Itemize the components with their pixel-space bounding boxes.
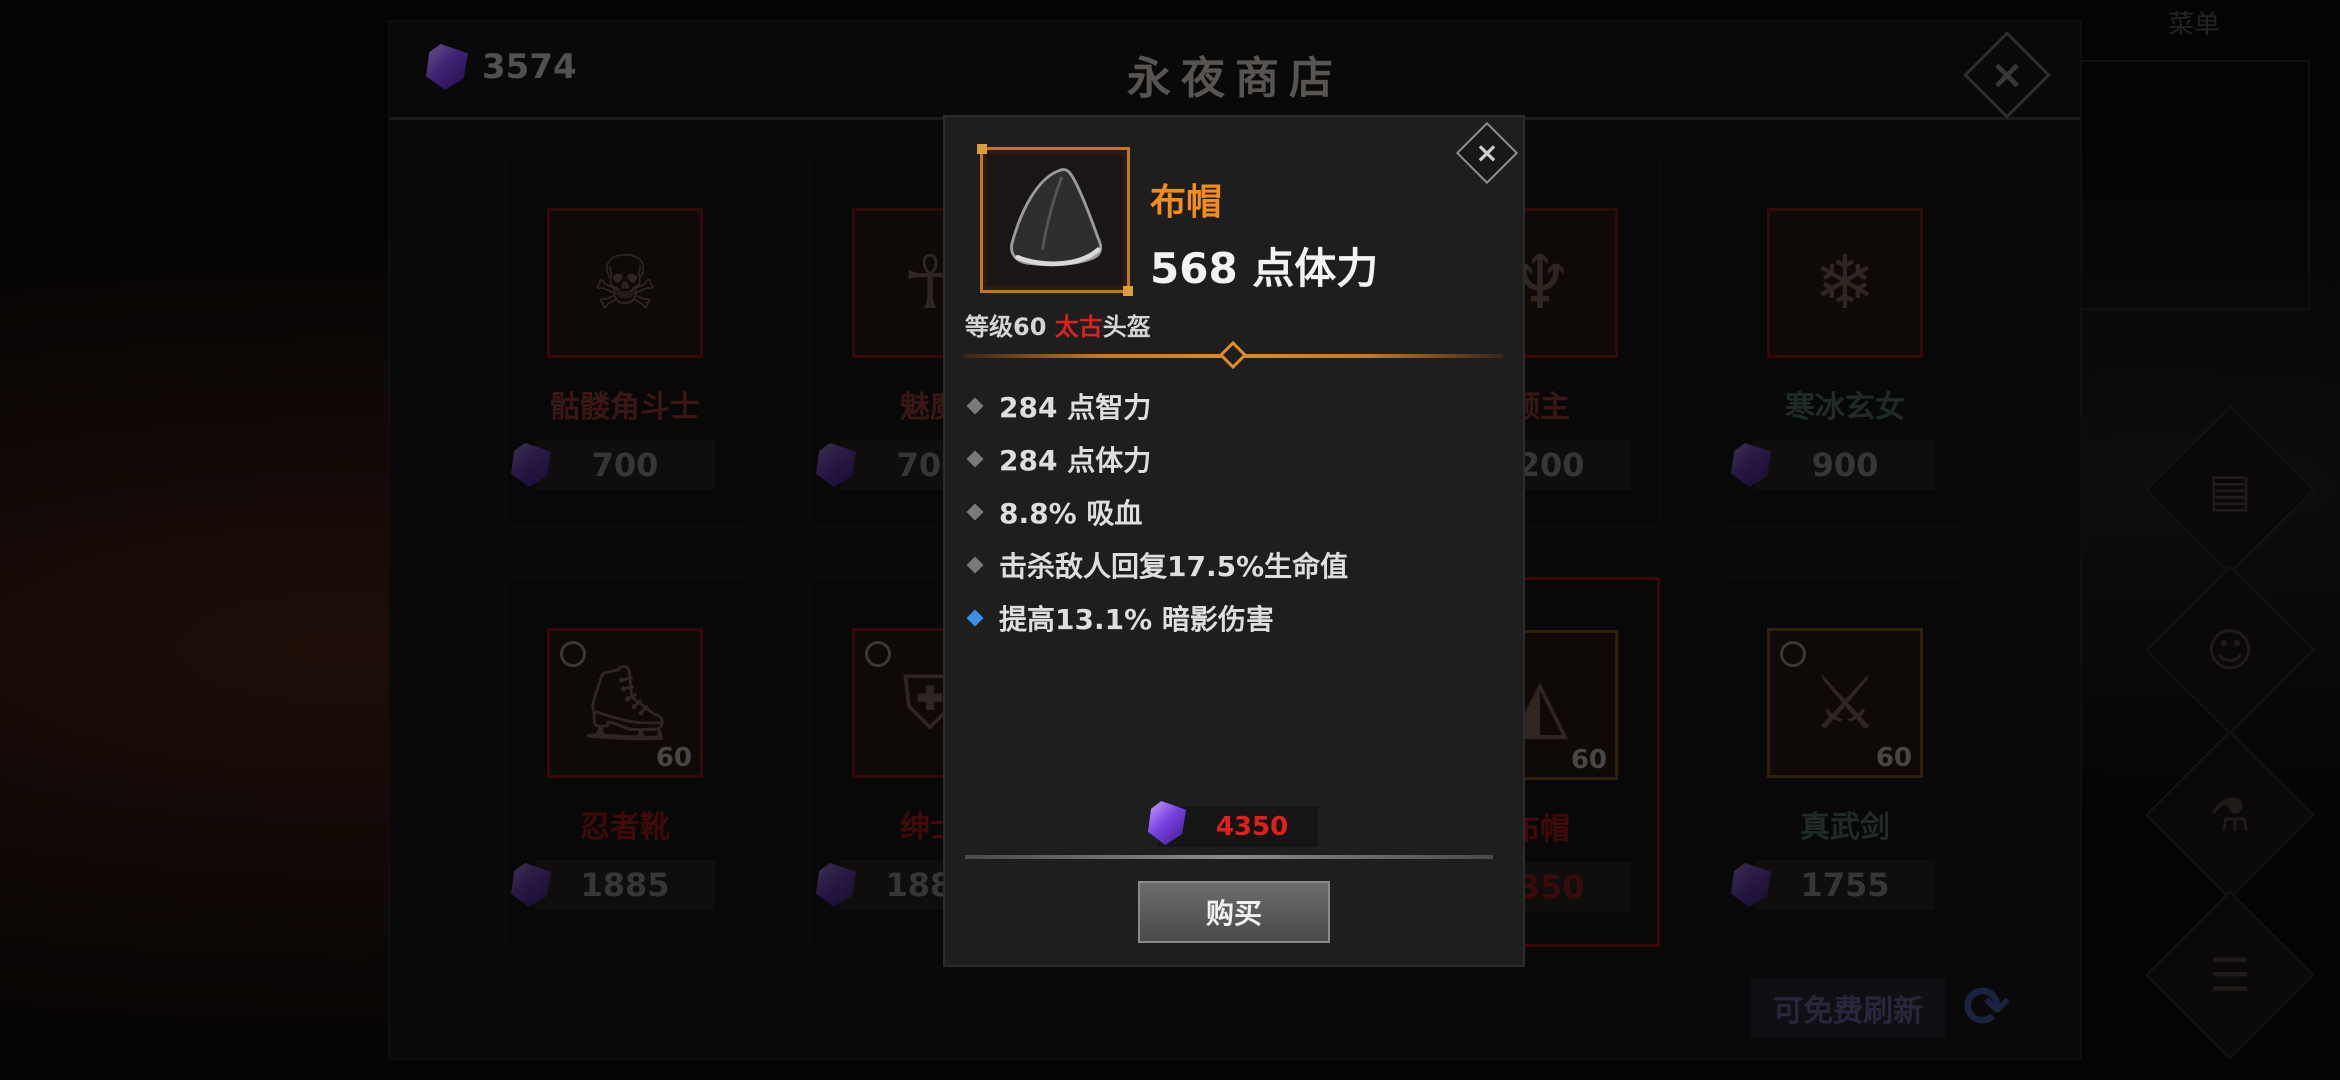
buy-button[interactable]: 购买 (1138, 881, 1330, 943)
stat-line: 8.8% 吸血 (966, 485, 1348, 538)
stat-line: 284 点智力 (966, 379, 1348, 432)
stat-line: 284 点体力 (966, 432, 1348, 485)
diamond-bullet-icon (966, 503, 984, 520)
frame-corner (1123, 286, 1133, 296)
cloth-hat-icon (1010, 168, 1103, 267)
item-level: 等级60 (965, 313, 1055, 341)
item-main-stat: 568 点体力 (1150, 244, 1379, 293)
item-name: 布帽 (1150, 182, 1223, 223)
close-icon: × (1475, 136, 1499, 169)
item-stats-list: 284 点智力 284 点体力 8.8% 吸血 击杀敌人回复17.5%生命值 提… (966, 379, 1348, 644)
diamond-bullet-icon (966, 397, 984, 414)
blue-diamond-bullet-icon (966, 609, 984, 626)
divider-diamond-icon (1218, 340, 1248, 370)
item-icon-frame (977, 144, 1133, 296)
item-rarity: 太古 (1054, 313, 1103, 341)
gem-icon (1148, 801, 1186, 845)
diamond-bullet-icon (966, 556, 984, 573)
ornate-divider (963, 340, 1503, 370)
item-price: 4350 (1215, 812, 1289, 842)
item-level-line: 等级60 太古头盔 (965, 307, 1151, 342)
popup-divider (965, 855, 1493, 859)
item-slot: 头盔 (1102, 313, 1151, 341)
stat-line: 击杀敌人回复17.5%生命值 (966, 538, 1348, 591)
popup-close-button[interactable]: × (1455, 121, 1519, 185)
item-detail-popup: × 布帽 568 点体力 等级60 太古头盔 284 点智力 284 点体力 8… (943, 115, 1525, 967)
item-price-box: 4350 (1148, 801, 1318, 847)
diamond-bullet-icon (966, 450, 984, 467)
stat-line-special: 提高13.1% 暗影伤害 (966, 591, 1348, 644)
frame-corner (977, 144, 987, 154)
